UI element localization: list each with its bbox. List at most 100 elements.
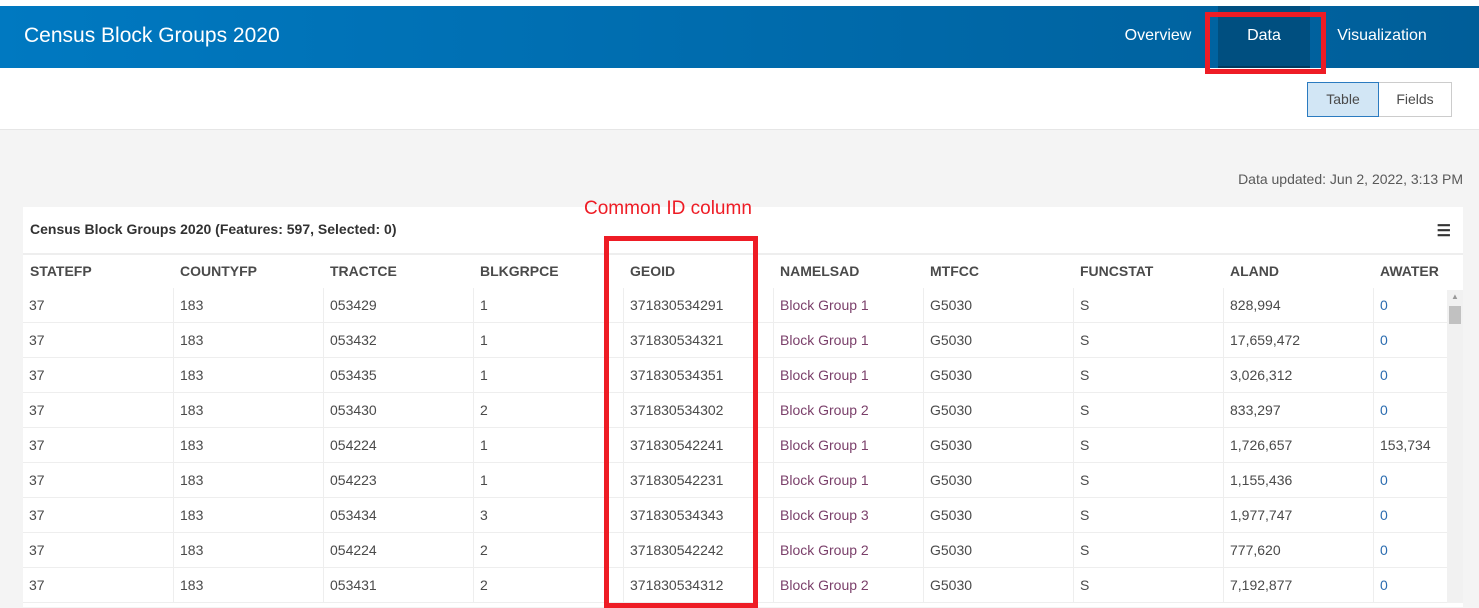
cell-statefp: 37	[29, 332, 45, 348]
scrollbar-thumb[interactable]	[1449, 306, 1461, 324]
fields-view-button[interactable]: Fields	[1379, 82, 1452, 117]
cell-countyfp: 183	[173, 568, 323, 603]
cell-namelsad: Block Group 1	[773, 358, 923, 393]
column-header-funcstat[interactable]: FUNCSTAT	[1073, 263, 1153, 279]
table-title: Census Block Groups 2020 (Features: 597,…	[30, 221, 397, 237]
column-header-mtfcc[interactable]: MTFCC	[923, 263, 979, 279]
column-header-blkgrpce[interactable]: BLKGRPCE	[473, 263, 559, 279]
cell-funcstat: S	[1073, 498, 1223, 533]
cell-mtfcc: G5030	[923, 463, 1073, 498]
cell-awater: 0	[1373, 393, 1479, 428]
cell-blkgrpce: 1	[473, 358, 623, 393]
cell-funcstat: S	[1073, 428, 1223, 463]
cell-aland: 17,659,472	[1223, 323, 1373, 358]
cell-funcstat: S	[1073, 463, 1223, 498]
cell-countyfp: 183	[173, 498, 323, 533]
cell-tractce: 053431	[323, 568, 473, 603]
column-header-countyfp[interactable]: COUNTYFP	[173, 263, 257, 279]
highlight-box-geoid-column	[604, 236, 758, 608]
tab-visualization[interactable]: Visualization	[1328, 6, 1436, 68]
menu-icon[interactable]: ☰	[1437, 221, 1451, 241]
cell-funcstat: S	[1073, 358, 1223, 393]
cell-awater: 0	[1373, 463, 1479, 498]
cell-namelsad: Block Group 1	[773, 428, 923, 463]
cell-statefp: 37	[29, 402, 45, 418]
cell-aland: 3,026,312	[1223, 358, 1373, 393]
cell-mtfcc: G5030	[923, 568, 1073, 603]
cell-mtfcc: G5030	[923, 428, 1073, 463]
cell-namelsad: Block Group 2	[773, 393, 923, 428]
cell-funcstat: S	[1073, 323, 1223, 358]
cell-awater: 0	[1373, 323, 1479, 358]
cell-statefp: 37	[29, 367, 45, 383]
column-header-tractce[interactable]: TRACTCE	[323, 263, 397, 279]
cell-blkgrpce: 1	[473, 463, 623, 498]
cell-aland: 1,155,436	[1223, 463, 1373, 498]
cell-aland: 833,297	[1223, 393, 1373, 428]
cell-tractce: 054224	[323, 533, 473, 568]
cell-awater: 0	[1373, 498, 1479, 533]
cell-countyfp: 183	[173, 428, 323, 463]
cell-mtfcc: G5030	[923, 393, 1073, 428]
table-scrollbar[interactable]: ▲	[1447, 290, 1463, 603]
cell-tractce: 053435	[323, 358, 473, 393]
cell-mtfcc: G5030	[923, 323, 1073, 358]
cell-aland: 1,726,657	[1223, 428, 1373, 463]
cell-tractce: 053434	[323, 498, 473, 533]
cell-namelsad: Block Group 3	[773, 498, 923, 533]
cell-mtfcc: G5030	[923, 498, 1073, 533]
cell-statefp: 37	[29, 542, 45, 558]
cell-statefp: 37	[29, 437, 45, 453]
cell-countyfp: 183	[173, 533, 323, 568]
table-view-button[interactable]: Table	[1307, 82, 1379, 117]
cell-mtfcc: G5030	[923, 533, 1073, 568]
cell-statefp: 37	[29, 297, 45, 313]
column-header-aland[interactable]: ALAND	[1223, 263, 1279, 279]
cell-funcstat: S	[1073, 568, 1223, 603]
cell-awater: 153,734	[1373, 428, 1479, 463]
cell-tractce: 053432	[323, 323, 473, 358]
cell-countyfp: 183	[173, 358, 323, 393]
cell-countyfp: 183	[173, 288, 323, 323]
cell-awater: 0	[1373, 568, 1479, 603]
cell-countyfp: 183	[173, 323, 323, 358]
column-header-statefp[interactable]: STATEFP	[23, 263, 92, 279]
column-header-namelsad[interactable]: NAMELSAD	[773, 263, 859, 279]
cell-mtfcc: G5030	[923, 358, 1073, 393]
cell-namelsad: Block Group 1	[773, 288, 923, 323]
highlight-box-data-tab	[1205, 12, 1326, 74]
cell-aland: 777,620	[1223, 533, 1373, 568]
cell-blkgrpce: 1	[473, 288, 623, 323]
cell-blkgrpce: 2	[473, 393, 623, 428]
cell-mtfcc: G5030	[923, 288, 1073, 323]
column-header-awater[interactable]: AWATER	[1373, 263, 1439, 279]
cell-namelsad: Block Group 1	[773, 323, 923, 358]
annotation-label: Common ID column	[584, 198, 752, 219]
page-title: Census Block Groups 2020	[24, 24, 280, 47]
cell-namelsad: Block Group 2	[773, 533, 923, 568]
cell-awater: 0	[1373, 358, 1479, 393]
scroll-up-icon[interactable]: ▲	[1451, 292, 1459, 301]
cell-statefp: 37	[29, 507, 45, 523]
cell-namelsad: Block Group 1	[773, 463, 923, 498]
cell-funcstat: S	[1073, 393, 1223, 428]
cell-tractce: 053429	[323, 288, 473, 323]
cell-blkgrpce: 3	[473, 498, 623, 533]
cell-aland: 1,977,747	[1223, 498, 1373, 533]
view-toolbar: Table Fields	[0, 68, 1479, 130]
data-updated-text: Data updated: Jun 2, 2022, 3:13 PM	[1238, 171, 1463, 187]
cell-tractce: 054223	[323, 463, 473, 498]
cell-funcstat: S	[1073, 533, 1223, 568]
cell-blkgrpce: 2	[473, 568, 623, 603]
tab-overview[interactable]: Overview	[1110, 6, 1206, 68]
cell-awater: 0	[1373, 533, 1479, 568]
cell-awater: 0	[1373, 288, 1479, 323]
cell-blkgrpce: 1	[473, 323, 623, 358]
cell-countyfp: 183	[173, 463, 323, 498]
cell-blkgrpce: 1	[473, 428, 623, 463]
cell-statefp: 37	[29, 577, 45, 593]
cell-blkgrpce: 2	[473, 533, 623, 568]
cell-funcstat: S	[1073, 288, 1223, 323]
cell-aland: 7,192,877	[1223, 568, 1373, 603]
cell-tractce: 054224	[323, 428, 473, 463]
